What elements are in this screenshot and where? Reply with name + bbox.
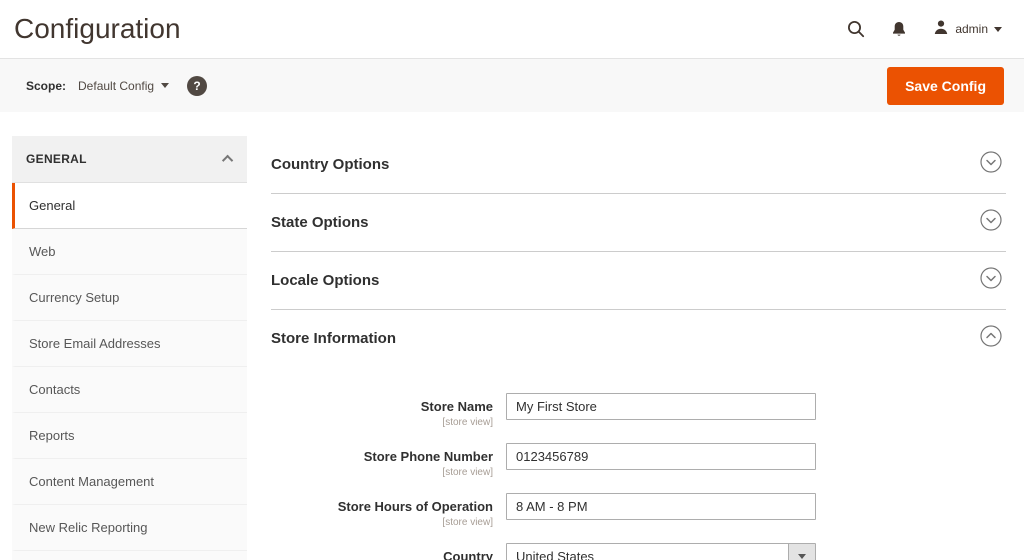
field-label: Store Phone Number (364, 449, 493, 464)
sidebar-section-general[interactable]: GENERAL (12, 136, 247, 183)
sidebar-item-content-management[interactable]: Content Management (12, 459, 247, 505)
section-state-options[interactable]: State Options (271, 194, 1006, 252)
scope-value: Default Config (78, 79, 154, 93)
form-row-store-hours: Store Hours of Operation [store view] (271, 493, 1006, 528)
sidebar-item-reports[interactable]: Reports (12, 413, 247, 459)
sidebar-item-store-email-addresses[interactable]: Store Email Addresses (12, 321, 247, 367)
field-scope-note: [store view] (271, 417, 493, 428)
field-scope-note: [store view] (271, 467, 493, 478)
form-row-country: Country [website] United States (271, 543, 1006, 560)
field-label-wrap: Store Name [store view] (271, 393, 506, 428)
field-label-wrap: Store Hours of Operation [store view] (271, 493, 506, 528)
chevron-down-circle-icon (980, 151, 1002, 178)
country-select[interactable]: United States (506, 543, 816, 560)
chevron-down-icon (161, 83, 169, 88)
field-label: Store Name (421, 399, 493, 414)
admin-user-label: admin (955, 22, 988, 36)
store-name-input[interactable] (506, 393, 816, 420)
chevron-down-icon (994, 27, 1002, 32)
section-title: State Options (271, 214, 369, 231)
store-hours-input[interactable] (506, 493, 816, 520)
field-input-wrap (506, 493, 816, 520)
chevron-down-circle-icon (980, 267, 1002, 294)
field-input-wrap: United States (506, 543, 816, 560)
admin-user-menu[interactable]: admin (933, 19, 1002, 40)
section-title: Country Options (271, 156, 389, 173)
help-icon[interactable]: ? (187, 76, 207, 96)
sidebar-item-currency-setup[interactable]: Currency Setup (12, 275, 247, 321)
field-scope-note: [store view] (271, 517, 493, 528)
field-label: Country (443, 549, 493, 560)
content-area: GENERAL General Web Currency Setup Store… (0, 112, 1024, 560)
page-header: Configuration admin (0, 0, 1024, 58)
sidebar-item-new-relic-reporting[interactable]: New Relic Reporting (12, 505, 247, 551)
save-config-button[interactable]: Save Config (887, 67, 1004, 105)
field-input-wrap (506, 393, 816, 420)
store-information-form: Store Name [store view] Store Phone Numb… (271, 393, 1006, 560)
store-phone-input[interactable] (506, 443, 816, 470)
sidebar-section-title: GENERAL (26, 152, 87, 166)
notifications-bell-icon[interactable] (891, 21, 907, 38)
field-label: Store Hours of Operation (338, 499, 493, 514)
scope-switcher[interactable]: Default Config (78, 79, 169, 93)
country-select-value: United States (507, 544, 788, 560)
form-row-store-name: Store Name [store view] (271, 393, 1006, 428)
section-title: Store Information (271, 330, 396, 347)
user-icon (933, 19, 949, 40)
header-actions: admin (847, 19, 1002, 40)
field-label-wrap: Country [website] (271, 543, 506, 560)
config-sidebar: GENERAL General Web Currency Setup Store… (12, 136, 247, 560)
field-label-wrap: Store Phone Number [store view] (271, 443, 506, 478)
scope-bar: Scope: Default Config ? Save Config (0, 58, 1024, 112)
section-store-information[interactable]: Store Information (271, 310, 1006, 367)
scope-label: Scope: (26, 79, 66, 93)
field-input-wrap (506, 443, 816, 470)
chevron-up-circle-icon (980, 325, 1002, 352)
sidebar-nav: General Web Currency Setup Store Email A… (12, 183, 247, 551)
search-icon[interactable] (847, 20, 865, 38)
section-title: Locale Options (271, 272, 379, 289)
section-country-options[interactable]: Country Options (271, 136, 1006, 194)
chevron-up-icon (222, 155, 233, 166)
sidebar-item-web[interactable]: Web (12, 229, 247, 275)
sidebar-item-general[interactable]: General (12, 183, 247, 229)
caret-down-icon (798, 554, 806, 559)
page-title: Configuration (14, 13, 181, 45)
form-row-store-phone: Store Phone Number [store view] (271, 443, 1006, 478)
select-dropdown-button[interactable] (788, 544, 815, 560)
sidebar-item-contacts[interactable]: Contacts (12, 367, 247, 413)
section-locale-options[interactable]: Locale Options (271, 252, 1006, 310)
config-main-panel: Country Options State Options Locale Opt… (271, 136, 1006, 560)
chevron-down-circle-icon (980, 209, 1002, 236)
